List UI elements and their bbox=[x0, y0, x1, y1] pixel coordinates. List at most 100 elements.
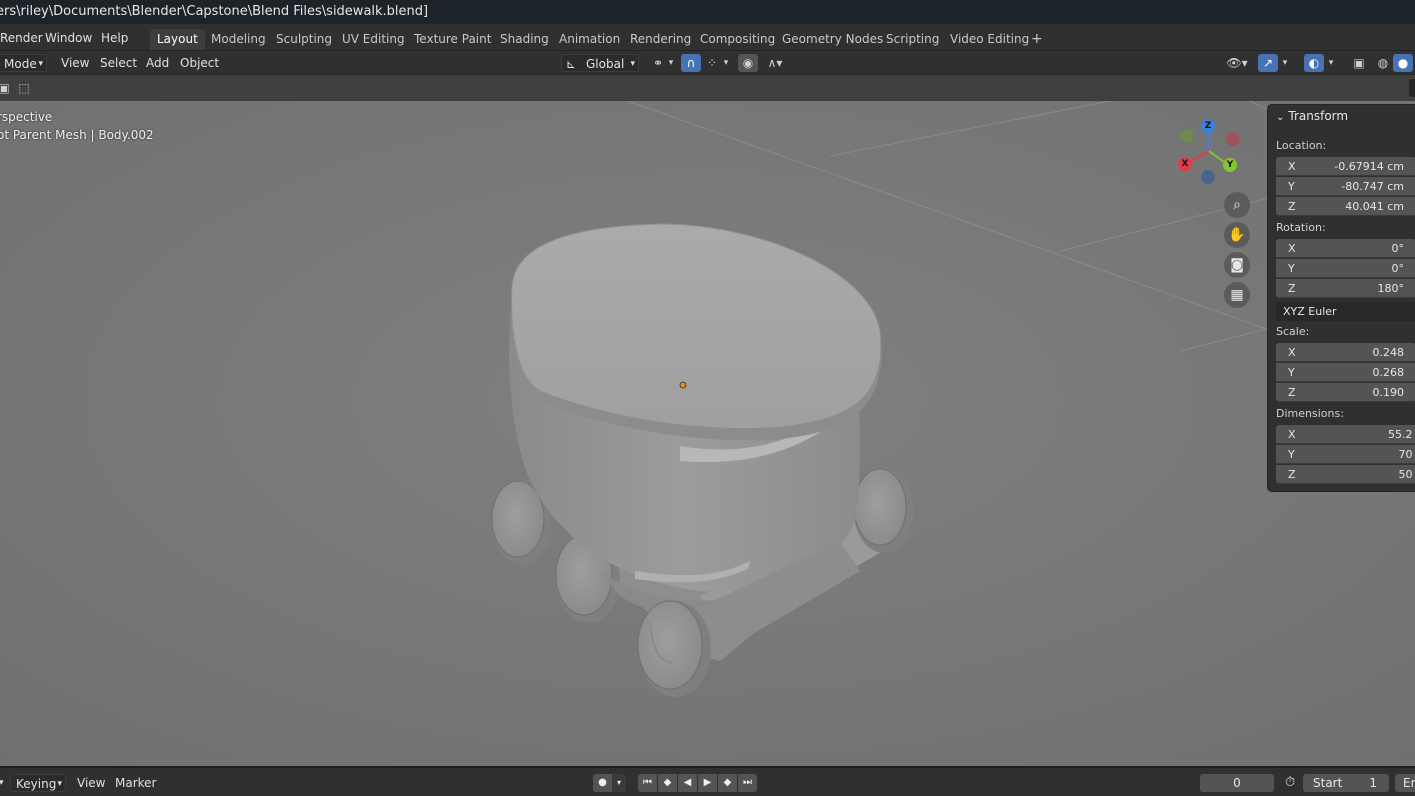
location-label: Location: bbox=[1276, 139, 1327, 152]
menu-window[interactable]: Window bbox=[39, 29, 98, 47]
orientation-dropdown[interactable]: ⊾ Global ▾ bbox=[561, 54, 639, 72]
jump-end-icon[interactable]: ⏭ bbox=[738, 774, 757, 792]
axis-label: X bbox=[1288, 242, 1296, 255]
tab-geometry-nodes[interactable]: Geometry Nodes bbox=[775, 29, 890, 50]
hand-icon[interactable]: ✋ bbox=[1224, 222, 1250, 248]
location-z-field[interactable]: Z 40.041 cm bbox=[1276, 197, 1415, 216]
end-frame-field[interactable]: En bbox=[1395, 774, 1415, 792]
falloff-icon[interactable]: ∧▾ bbox=[761, 54, 789, 72]
prev-key-icon[interactable]: ◆ bbox=[658, 774, 677, 792]
xray-icon[interactable]: ▣ bbox=[1349, 54, 1369, 72]
dimensions-z-field[interactable]: Z 50 c bbox=[1276, 465, 1415, 484]
chevron-down-icon[interactable]: ▾ bbox=[666, 54, 676, 72]
wireframe-icon[interactable]: ◍ bbox=[1373, 54, 1393, 72]
timeline-header: ▾ Keying ▾ View Marker ● ▾ ⏮ ◆ ◀ ▶ ◆ ⏭ 0… bbox=[0, 766, 1415, 796]
tab-modeling[interactable]: Modeling bbox=[204, 29, 273, 50]
menu-help[interactable]: Help bbox=[95, 29, 134, 47]
camera-icon[interactable]: ◙ bbox=[1224, 252, 1250, 278]
axis-label: Z bbox=[1288, 468, 1296, 481]
gizmo-y-axis[interactable]: Y bbox=[1223, 158, 1237, 172]
chevron-down-icon: ▾ bbox=[38, 59, 43, 69]
tab-video-editing[interactable]: Video Editing bbox=[943, 29, 1036, 50]
location-y-value: -80.747 cm bbox=[1341, 180, 1404, 193]
play-reverse-icon[interactable]: ◀ bbox=[678, 774, 697, 792]
tab-scripting[interactable]: Scripting bbox=[879, 29, 946, 50]
axis-label: X bbox=[1288, 160, 1296, 173]
tab-animation[interactable]: Animation bbox=[552, 29, 627, 50]
gizmo-neg-y-axis[interactable] bbox=[1180, 129, 1194, 143]
scale-x-field[interactable]: X 0.248 bbox=[1276, 343, 1415, 362]
play-icon[interactable]: ▶ bbox=[698, 774, 717, 792]
scale-z-value: 0.190 bbox=[1372, 386, 1405, 399]
chevron-down-icon[interactable]: ▾ bbox=[720, 54, 732, 72]
mode-dropdown[interactable]: Mode ▾ bbox=[0, 54, 47, 72]
tab-texture-paint[interactable]: Texture Paint bbox=[407, 29, 498, 50]
add-menu[interactable]: Add bbox=[141, 54, 174, 72]
select-menu[interactable]: Select bbox=[95, 54, 142, 72]
tab-rendering[interactable]: Rendering bbox=[623, 29, 698, 50]
tab-uv-editing[interactable]: UV Editing bbox=[335, 29, 412, 50]
transform-panel-header[interactable]: ⌄ Transform bbox=[1276, 109, 1348, 123]
chevron-down-icon: ⌄ bbox=[1276, 112, 1285, 123]
gizmo-neg-x-axis[interactable] bbox=[1226, 132, 1240, 146]
gizmo-neg-z-axis[interactable] bbox=[1201, 170, 1215, 184]
location-y-field[interactable]: Y -80.747 cm bbox=[1276, 177, 1415, 196]
dimensions-x-field[interactable]: X 55.2 c bbox=[1276, 425, 1415, 444]
rotation-mode-dropdown[interactable]: XYZ Euler bbox=[1276, 302, 1415, 321]
navigation-gizmo[interactable]: Z X Y bbox=[1170, 111, 1250, 191]
timeline-view-menu[interactable]: View bbox=[72, 774, 110, 792]
scale-y-field[interactable]: Y 0.268 bbox=[1276, 363, 1415, 382]
view-menu[interactable]: View bbox=[56, 54, 94, 72]
axis-label: Z bbox=[1288, 282, 1296, 295]
keying-dropdown[interactable]: Keying ▾ bbox=[10, 774, 66, 792]
gizmo-z-axis[interactable]: Z bbox=[1201, 119, 1215, 133]
timeline-marker-menu[interactable]: Marker bbox=[110, 774, 161, 792]
3d-viewport[interactable]: rspective ot Parent Mesh | Body.002 Z X … bbox=[0, 101, 1415, 766]
location-z-value: 40.041 cm bbox=[1345, 200, 1404, 213]
tab-compositing[interactable]: Compositing bbox=[693, 29, 782, 50]
origin-point bbox=[679, 381, 687, 389]
rotation-label: Rotation: bbox=[1276, 221, 1326, 234]
axis-label: Z bbox=[1288, 200, 1296, 213]
tab-shading[interactable]: Shading bbox=[493, 29, 556, 50]
chevron-down-icon[interactable]: ▾ bbox=[612, 774, 626, 792]
grid-view-icon[interactable]: ▦ bbox=[1224, 282, 1250, 308]
next-key-icon[interactable]: ◆ bbox=[718, 774, 737, 792]
select-box-icon[interactable]: ⬚ bbox=[14, 79, 34, 97]
sidebar-toggle[interactable] bbox=[1409, 79, 1415, 97]
overlay-icon[interactable]: ◐ bbox=[1304, 54, 1324, 72]
mode-label: Mode bbox=[4, 57, 37, 71]
pivot-icon[interactable]: ⚭ bbox=[648, 54, 668, 72]
gizmo-icon[interactable]: ↗ bbox=[1258, 54, 1278, 72]
grid-snap-icon[interactable]: ⁘ bbox=[702, 54, 722, 72]
scale-z-field[interactable]: Z 0.190 bbox=[1276, 383, 1415, 402]
chevron-down-icon[interactable]: ▾ bbox=[0, 774, 9, 792]
stopwatch-icon[interactable]: ⏱ bbox=[1280, 774, 1300, 792]
record-icon[interactable]: ● bbox=[593, 774, 612, 792]
snap-icon[interactable]: ∩ bbox=[681, 54, 701, 72]
chevron-down-icon[interactable]: ▾ bbox=[1279, 54, 1291, 72]
visibility-icon[interactable]: 👁▾ bbox=[1222, 54, 1252, 72]
chevron-down-icon[interactable]: ▾ bbox=[1325, 54, 1337, 72]
start-frame-field[interactable]: Start 1 bbox=[1303, 774, 1389, 792]
location-x-field[interactable]: X -0.67914 cm bbox=[1276, 157, 1415, 176]
gizmo-x-axis[interactable]: X bbox=[1178, 157, 1192, 171]
rotation-x-field[interactable]: X 0° bbox=[1276, 239, 1415, 258]
object-menu[interactable]: Object bbox=[175, 54, 224, 72]
current-frame-field[interactable]: 0 bbox=[1200, 774, 1274, 792]
select-mode-icon[interactable]: ▣ bbox=[0, 79, 14, 97]
proportional-icon[interactable]: ◉ bbox=[738, 54, 758, 72]
tab-layout[interactable]: Layout bbox=[150, 29, 205, 50]
dimensions-x-value: 55.2 c bbox=[1387, 428, 1415, 441]
jump-start-icon[interactable]: ⏮ bbox=[638, 774, 657, 792]
viewport-scene bbox=[0, 101, 1415, 766]
add-workspace-button[interactable]: + bbox=[1024, 29, 1050, 50]
tab-sculpting[interactable]: Sculpting bbox=[269, 29, 339, 50]
zoom-icon[interactable]: ⌕ bbox=[1224, 192, 1250, 218]
orientation-icon: ⊾ bbox=[566, 57, 577, 71]
solid-icon[interactable]: ● bbox=[1393, 54, 1413, 72]
rotation-y-field[interactable]: Y 0° bbox=[1276, 259, 1415, 278]
rotation-z-field[interactable]: Z 180° bbox=[1276, 279, 1415, 298]
dimensions-y-field[interactable]: Y 70 c bbox=[1276, 445, 1415, 464]
transform-panel: ⌄ Transform Location: X -0.67914 cm Y -80.7… bbox=[1267, 104, 1415, 492]
